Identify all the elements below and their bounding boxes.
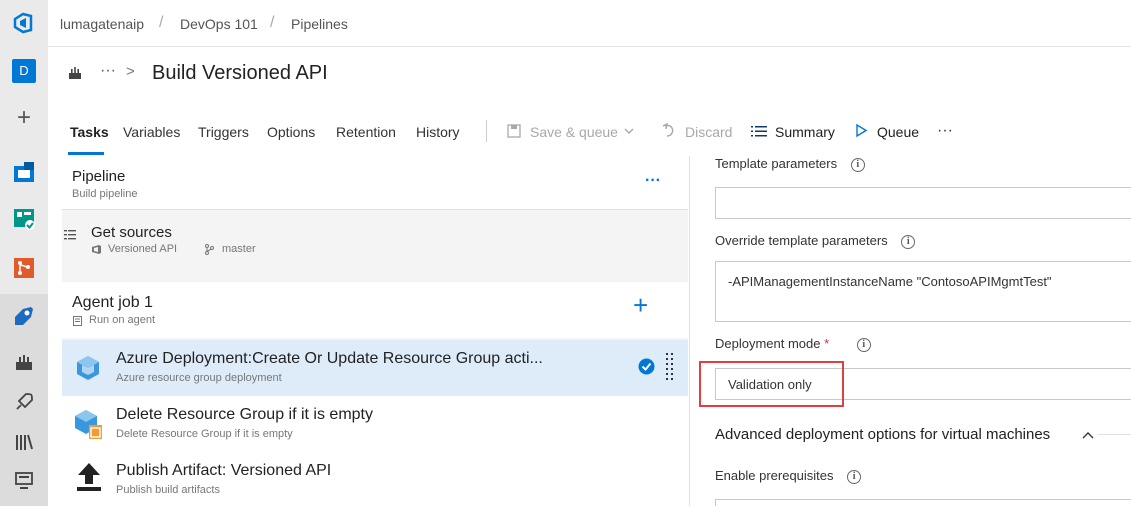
task-subtitle: Delete Resource Group if it is empty: [116, 428, 293, 440]
build-pipeline-icon: [69, 67, 81, 79]
azure-resource-group-icon: [77, 356, 99, 380]
task-row-publish-artifact[interactable]: Publish Artifact: Versioned API Publish …: [62, 452, 688, 506]
task-row-delete-resource-group[interactable]: Delete Resource Group if it is empty Del…: [62, 396, 688, 452]
drag-handle-icon[interactable]: [666, 353, 674, 381]
breadcrumb-pipelines[interactable]: Pipelines: [291, 16, 348, 32]
pipeline-node[interactable]: Pipeline Build pipeline ···: [62, 156, 688, 210]
tab-retention[interactable]: Retention: [336, 124, 396, 140]
pipeline-task-list: Pipeline Build pipeline ··· Get sources …: [62, 156, 688, 506]
task-groups-icon[interactable]: [12, 468, 36, 492]
template-parameters-label-text: Template parameters: [715, 156, 838, 171]
play-icon: [856, 124, 867, 137]
task-settings-panel: Template parameters i Override template …: [689, 156, 1131, 506]
override-parameters-textarea[interactable]: -APIManagementInstanceName "ContosoAPIMg…: [715, 261, 1131, 322]
agent-job-subtitle: Run on agent: [89, 314, 156, 326]
chevron-up-icon[interactable]: [1082, 431, 1094, 439]
deployment-mode-label-text: Deployment mode: [715, 336, 821, 351]
repos-icon[interactable]: [12, 256, 36, 280]
tab-options[interactable]: Options: [267, 124, 315, 140]
advanced-options-title: Advanced deployment options for virtual …: [715, 426, 1051, 443]
annotation-highlight-box: [699, 361, 844, 407]
title-row: ··· > Build Versioned API: [48, 48, 1131, 100]
get-sources-icon: [64, 230, 76, 240]
agent-job-node[interactable]: Agent job 1 Run on agent +: [62, 282, 688, 338]
task-enabled-check-icon[interactable]: [638, 358, 655, 375]
page-title: Build Versioned API: [152, 62, 328, 84]
editor-tabs: Tasks Variables Triggers Options Retenti…: [48, 110, 1131, 156]
pipeline-subtitle: Build pipeline: [72, 188, 138, 200]
releases-icon[interactable]: [12, 390, 36, 414]
active-tab-indicator: [68, 152, 104, 155]
more-actions-icon[interactable]: ···: [937, 122, 953, 140]
queue-label: Queue: [877, 124, 920, 140]
branch-icon: [205, 244, 214, 255]
new-item-icon[interactable]: +: [12, 106, 36, 130]
advanced-options-section-header[interactable]: Advanced deployment options for virtual …: [715, 426, 1050, 443]
summary-label: Summary: [775, 124, 835, 140]
agent-server-icon: [73, 316, 82, 326]
section-divider: [1098, 434, 1131, 435]
info-icon[interactable]: i: [856, 337, 871, 352]
info-icon[interactable]: i: [847, 469, 862, 484]
pipeline-more-icon[interactable]: ···: [645, 172, 661, 190]
pipelines-icon[interactable]: [12, 304, 36, 328]
tab-history[interactable]: History: [416, 124, 460, 140]
get-sources-node[interactable]: Get sources Versioned API master: [62, 216, 688, 272]
agent-job-title: Agent job 1: [72, 294, 153, 311]
breadcrumb-org[interactable]: lumagatenaip: [60, 16, 144, 32]
source-branch: master: [222, 243, 256, 255]
tab-variables[interactable]: Variables: [123, 124, 180, 140]
more-breadcrumb-icon[interactable]: ···: [100, 62, 116, 80]
info-icon[interactable]: i: [901, 234, 916, 249]
summary-list-icon: [751, 126, 767, 137]
tab-triggers[interactable]: Triggers: [198, 124, 249, 140]
enable-prerequisites-label-text: Enable prerequisites: [715, 468, 834, 483]
breadcrumb-separator: /: [159, 14, 164, 31]
deployment-mode-label: Deployment mode * i: [715, 336, 871, 352]
pipeline-title: Pipeline: [72, 168, 126, 185]
override-parameters-label: Override template parameters i: [715, 233, 916, 249]
project-avatar[interactable]: D: [12, 59, 36, 83]
overview-icon[interactable]: [12, 160, 36, 184]
breadcrumb-separator: /: [270, 14, 275, 31]
discard-label: Discard: [685, 124, 733, 140]
enable-prerequisites-select[interactable]: [715, 499, 1131, 506]
boards-icon[interactable]: [12, 207, 36, 231]
task-title: Publish Artifact: Versioned API: [116, 462, 332, 479]
enable-prerequisites-label: Enable prerequisites i: [715, 468, 862, 484]
template-parameters-label: Template parameters i: [715, 156, 865, 172]
info-icon[interactable]: i: [850, 157, 865, 172]
task-title: Azure Deployment:Create Or Update Resour…: [116, 350, 543, 367]
left-nav-rail: D +: [0, 0, 48, 506]
save-queue-label: Save & queue: [530, 124, 618, 140]
upload-artifact-icon: [77, 463, 101, 491]
get-sources-title: Get sources: [91, 224, 172, 241]
delete-resource-group-icon: [75, 410, 102, 439]
builds-icon[interactable]: [12, 350, 36, 374]
override-parameters-value: -APIManagementInstanceName "ContosoAPIMg…: [728, 274, 1052, 289]
task-subtitle: Publish build artifacts: [116, 484, 220, 496]
override-parameters-label-text: Override template parameters: [715, 233, 888, 248]
azure-devops-logo-icon[interactable]: [13, 12, 35, 34]
breadcrumb: lumagatenaip / DevOps 101 / Pipelines: [48, 0, 1131, 47]
task-title: Delete Resource Group if it is empty: [116, 406, 373, 423]
task-row-azure-deployment[interactable]: Azure Deployment:Create Or Update Resour…: [62, 340, 688, 396]
breadcrumb-project[interactable]: DevOps 101: [180, 16, 258, 32]
required-marker: *: [824, 336, 830, 351]
toolbar-divider: [486, 120, 487, 142]
source-repo: Versioned API: [108, 243, 178, 255]
tab-tasks[interactable]: Tasks: [70, 124, 109, 140]
library-icon[interactable]: [12, 430, 36, 454]
visual-studio-icon: [92, 245, 101, 254]
undo-icon: [662, 123, 674, 137]
save-icon: [507, 124, 521, 138]
chevron-right-icon: >: [126, 63, 135, 80]
task-subtitle: Azure resource group deployment: [116, 372, 282, 384]
add-task-icon[interactable]: +: [633, 290, 648, 321]
template-parameters-input[interactable]: [715, 187, 1131, 219]
chevron-down-icon: [624, 128, 634, 134]
